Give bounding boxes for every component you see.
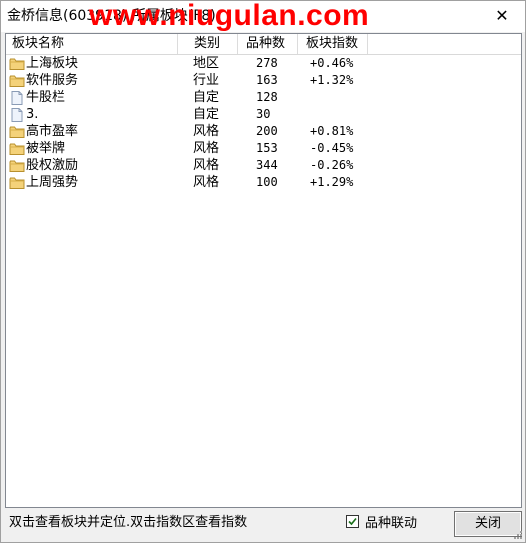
sector-dialog: 金桥信息(603918) 所属板块(F8) www.niugulan.com ✕… <box>0 0 526 543</box>
cell-type: 自定 <box>193 90 220 105</box>
cell-count: 153 <box>256 141 278 155</box>
close-button[interactable]: 关闭 <box>454 511 522 537</box>
cell-type: 风格 <box>193 158 220 173</box>
sector-list[interactable]: 板块名称 类别 品种数 板块指数 上海板块 地区 278 +0.46% 软件服务 行业 16… <box>5 33 522 508</box>
checkbox-box[interactable] <box>346 515 359 528</box>
cell-type: 风格 <box>193 141 220 156</box>
cell-type: 风格 <box>193 175 220 190</box>
cell-index: -0.45% <box>310 141 354 155</box>
cell-count: 200 <box>256 124 278 138</box>
cell-name: 3. <box>26 107 39 122</box>
close-icon[interactable]: ✕ <box>491 5 513 27</box>
cell-count: 344 <box>256 158 278 172</box>
folder-icon <box>9 142 25 156</box>
cell-name: 牛股栏 <box>26 90 66 105</box>
folder-icon <box>9 176 25 190</box>
cell-type: 行业 <box>193 73 220 88</box>
folder-icon <box>9 74 25 88</box>
cell-index: -0.26% <box>310 158 354 172</box>
watermark-text: www.niugulan.com <box>89 0 370 32</box>
table-row[interactable]: 高市盈率 风格 200 +0.81% <box>6 123 521 140</box>
folder-icon <box>9 57 25 71</box>
table-row[interactable]: 3. 自定 30 <box>6 106 521 123</box>
folder-icon <box>9 125 25 139</box>
cell-type: 地区 <box>193 56 220 71</box>
list-header: 板块名称 类别 品种数 板块指数 <box>6 34 521 55</box>
checkbox-label: 品种联动 <box>365 516 418 531</box>
column-header-count[interactable]: 品种数 <box>238 34 298 54</box>
document-icon <box>9 91 25 105</box>
cell-count: 128 <box>256 90 278 104</box>
cell-index: +1.32% <box>310 73 354 87</box>
document-icon <box>9 108 25 122</box>
title-bar[interactable]: 金桥信息(603918) 所属板块(F8) www.niugulan.com ✕ <box>1 0 525 32</box>
cell-count: 100 <box>256 175 278 189</box>
cell-count: 278 <box>256 56 278 70</box>
cell-name: 上海板块 <box>26 56 79 71</box>
table-row[interactable]: 股权激励 风格 344 -0.26% <box>6 157 521 174</box>
cell-name: 高市盈率 <box>26 124 79 139</box>
status-hint: 双击查看板块并定位.双击指数区查看指数 <box>9 515 248 530</box>
cell-type: 自定 <box>193 107 220 122</box>
checkmark-icon <box>348 517 357 526</box>
cell-type: 风格 <box>193 124 220 139</box>
column-header-index[interactable]: 板块指数 <box>298 34 368 54</box>
cell-index: +0.81% <box>310 124 354 138</box>
table-row[interactable]: 牛股栏 自定 128 <box>6 89 521 106</box>
table-row[interactable]: 软件服务 行业 163 +1.32% <box>6 72 521 89</box>
cell-name: 被举牌 <box>26 141 66 156</box>
cell-index: +1.29% <box>310 175 354 189</box>
folder-icon <box>9 159 25 173</box>
table-row[interactable]: 上周强势 风格 100 +1.29% <box>6 174 521 191</box>
table-row[interactable]: 上海板块 地区 278 +0.46% <box>6 55 521 72</box>
cell-count: 163 <box>256 73 278 87</box>
resize-grip-icon[interactable] <box>513 530 523 540</box>
cell-name: 软件服务 <box>26 73 79 88</box>
cell-name: 股权激励 <box>26 158 79 173</box>
column-header-type[interactable]: 类别 <box>178 34 238 54</box>
linkage-checkbox[interactable]: 品种联动 <box>346 515 417 533</box>
cell-count: 30 <box>256 107 271 121</box>
list-body: 上海板块 地区 278 +0.46% 软件服务 行业 163 +1.32% 牛股栏 自定 128 3.… <box>6 55 521 191</box>
cell-name: 上周强势 <box>26 175 79 190</box>
table-row[interactable]: 被举牌 风格 153 -0.45% <box>6 140 521 157</box>
column-header-name[interactable]: 板块名称 <box>6 34 178 54</box>
cell-index: +0.46% <box>310 56 354 70</box>
